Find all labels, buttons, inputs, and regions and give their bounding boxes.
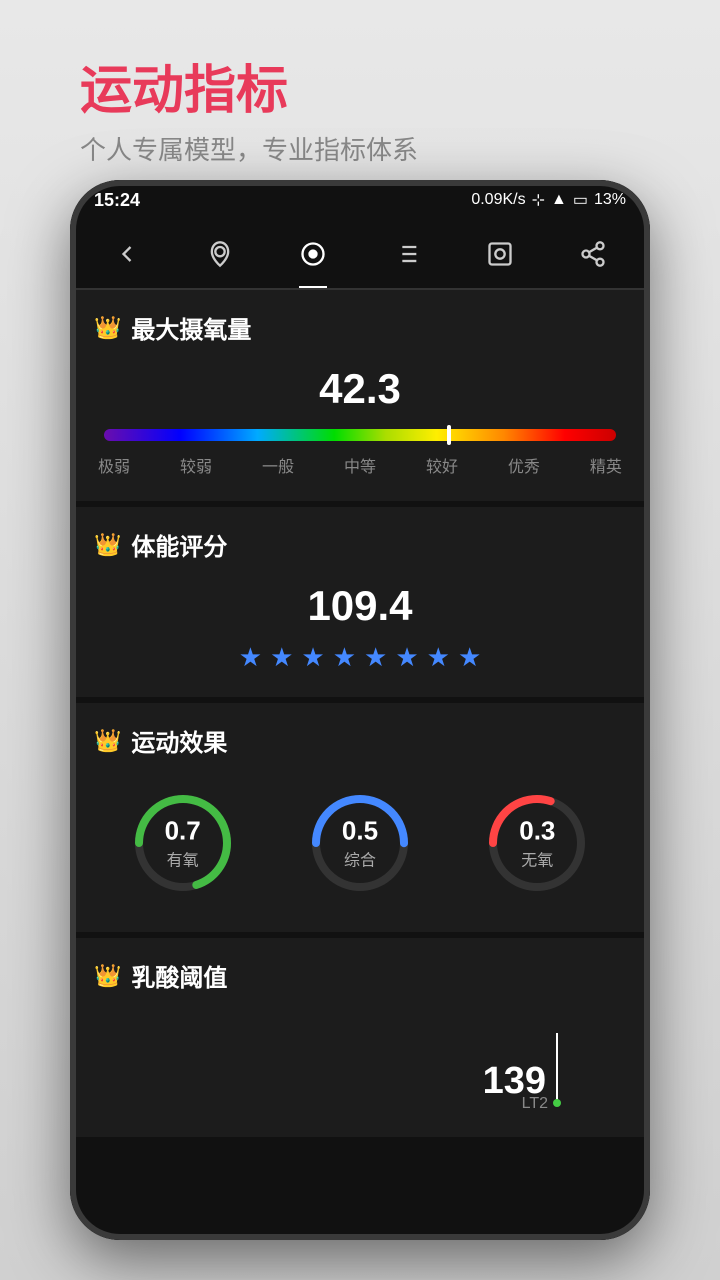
crown-icon-fitness: 👑 [94,532,121,558]
share-button[interactable] [571,232,615,276]
fitness-title-text: 体能评分 [131,527,227,562]
bar-label-1: 较弱 [180,453,212,477]
star-1: ★ [239,642,262,673]
aerobic-item: 0.7 有氧 [128,788,238,898]
aerobic-label: 有氧 [165,847,201,871]
star-2: ★ [270,642,293,673]
gradient-bar-container [104,429,616,441]
aerobic-gauge: 0.7 有氧 [128,788,238,898]
crown-icon-vo2max: 👑 [94,315,121,341]
star-8: ★ [458,642,481,673]
list-button[interactable] [385,232,429,276]
lactic-title: 👑 乳酸阈值 [94,958,626,993]
battery-icon: ▭ [573,190,588,210]
fitness-section: 👑 体能评分 109.4 ★ ★ ★ ★ ★ ★ ★ ★ [70,507,650,703]
anaerobic-label: 无氧 [519,847,555,871]
exercise-effect-section: 👑 运动效果 0.7 有氧 [70,703,650,938]
lactic-label: LT2 [522,1095,548,1113]
fitness-title: 👑 体能评分 [94,527,626,562]
gradient-bar [104,429,616,441]
star-4: ★ [333,642,356,673]
star-6: ★ [395,642,418,673]
lactic-dot [553,1099,561,1107]
comprehensive-gauge: 0.5 综合 [305,788,415,898]
star-7: ★ [427,642,450,673]
lactic-section: 👑 乳酸阈值 139 LT2 [70,938,650,1143]
bar-labels: 极弱 较弱 一般 中等 较好 优秀 精英 [94,453,626,477]
crown-icon-effect: 👑 [94,728,121,754]
bar-label-0: 极弱 [98,453,130,477]
bar-label-5: 优秀 [508,453,540,477]
comprehensive-label: 综合 [342,847,378,871]
bluetooth-icon: ⊹ [532,190,545,210]
bar-label-2: 一般 [262,453,294,477]
bar-label-4: 较好 [426,453,458,477]
star-5: ★ [364,642,387,673]
anaerobic-gauge: 0.3 无氧 [482,788,592,898]
exercise-effect-title: 👑 运动效果 [94,723,626,758]
lactic-title-text: 乳酸阈值 [131,958,227,993]
back-button[interactable] [105,232,149,276]
effect-circles: 0.7 有氧 0.5 综合 [94,778,626,908]
star-3: ★ [301,642,324,673]
status-time: 15:24 [94,190,140,211]
comprehensive-item: 0.5 综合 [305,788,415,898]
lactic-line [556,1033,558,1103]
search-button[interactable] [478,232,522,276]
anaerobic-value: 0.3 无氧 [519,816,555,871]
anaerobic-number: 0.3 [519,816,555,847]
nav-bar [70,220,650,290]
fitness-score-value: 109.4 [94,582,626,630]
bar-indicator [447,425,451,445]
lactic-content: 139 LT2 [94,1013,626,1113]
phone-frame: 15:24 0.09K/s ⊹ ▲ ▭ 13% [70,180,650,1240]
vo2max-value: 42.3 [94,365,626,413]
stars-row: ★ ★ ★ ★ ★ ★ ★ ★ [94,642,626,673]
status-right: 0.09K/s ⊹ ▲ ▭ 13% [471,190,626,210]
comprehensive-number: 0.5 [342,816,378,847]
exercise-effect-title-text: 运动效果 [131,723,227,758]
anaerobic-item: 0.3 无氧 [482,788,592,898]
vo2max-section: 👑 最大摄氧量 42.3 极弱 较弱 一般 中等 较好 优秀 精英 [70,290,650,507]
comprehensive-value: 0.5 综合 [342,816,378,871]
bar-label-6: 精英 [590,453,622,477]
aerobic-number: 0.7 [165,816,201,847]
status-bar: 15:24 0.09K/s ⊹ ▲ ▭ 13% [70,180,650,220]
bar-label-3: 中等 [344,453,376,477]
page-title: 运动指标 [80,60,418,122]
battery-percent: 13% [594,191,626,209]
metrics-button[interactable] [291,232,335,276]
map-button[interactable] [198,232,242,276]
network-speed: 0.09K/s [471,191,525,209]
phone-screen: 👑 最大摄氧量 42.3 极弱 较弱 一般 中等 较好 优秀 精英 👑 [70,290,650,1240]
page-header: 运动指标 个人专属模型，专业指标体系 [80,60,418,167]
vo2max-title-text: 最大摄氧量 [131,310,251,345]
page-subtitle: 个人专属模型，专业指标体系 [80,130,418,167]
wifi-icon: ▲ [551,191,567,209]
vo2max-title: 👑 最大摄氧量 [94,310,626,345]
aerobic-value: 0.7 有氧 [165,816,201,871]
crown-icon-lactic: 👑 [94,963,121,989]
